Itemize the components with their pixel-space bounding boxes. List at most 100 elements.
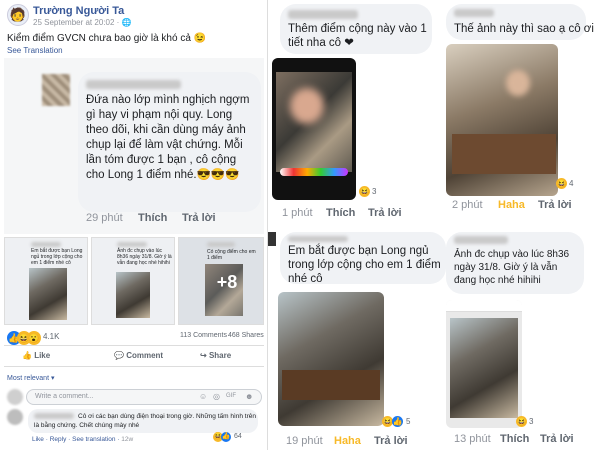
main-comment-time[interactable]: 29 phút <box>86 212 123 224</box>
see-translation-link[interactable]: See Translation <box>7 46 63 55</box>
thumb-1-photo <box>29 268 67 320</box>
my-avatar[interactable] <box>7 389 23 405</box>
c3-count[interactable]: 5 <box>406 417 410 426</box>
c4-haha-icon: 😆 <box>516 416 527 427</box>
reply-bubble: Cô ơi các bạn dùng điện thoại trong giờ.… <box>28 409 258 433</box>
share-label: Share <box>208 351 232 360</box>
comment-button[interactable]: 💬 Comment <box>114 351 163 360</box>
sort-dropdown[interactable]: Most relevant ▾ <box>7 374 54 382</box>
c3-photo[interactable] <box>278 292 384 426</box>
post-time-text[interactable]: 25 September at 20:02 · <box>33 18 122 27</box>
thumb-2-text: Ảnh đc chụp vào lúc 8h36 ngày 31/8. Giờ … <box>117 248 172 266</box>
thumb-1[interactable]: Em bắt được bạn Long ngủ trong lớp cộng … <box>4 237 88 325</box>
c1-haha-icon: 😆 <box>359 186 370 197</box>
thumb-3-text: Có cộng điểm cho em 1 điểm <box>207 249 256 261</box>
left-panel: 🧑 Trường Người Ta 25 September at 20:02 … <box>0 0 268 450</box>
c1-count[interactable]: 3 <box>372 187 376 196</box>
reply-see-translation[interactable]: See translation <box>72 436 115 443</box>
c4-phone-header <box>446 300 522 312</box>
sticker-icon[interactable]: ☻ <box>245 392 253 401</box>
c2-author-blurred[interactable] <box>454 9 494 17</box>
c2-haha[interactable]: Haha <box>498 199 525 211</box>
c4-photo-image <box>450 318 518 418</box>
c3-like-icon: 👍 <box>392 416 403 427</box>
commenter-name-blurred[interactable] <box>86 80 181 89</box>
comment-input[interactable]: Write a comment... ☺ ◎ GIF ☻ <box>26 389 262 405</box>
c4-bubble: Ảnh đc chụp vào lúc 8h36 ngày 31/8. Giờ … <box>446 232 584 294</box>
thumbs-up-icon: 👍 <box>22 351 35 360</box>
reply-reaction-count[interactable]: 64 <box>234 433 242 440</box>
c3-text: Em bắt được bạn Long ngủ trong lớp cộng … <box>288 245 441 285</box>
reply-meta: Like · Reply · See translation · 12w <box>32 436 134 443</box>
c2-time[interactable]: 2 phút <box>452 199 483 211</box>
c4-text: Ảnh đc chụp vào lúc 8h36 ngày 31/8. Giờ … <box>454 249 570 286</box>
c3-author-blurred[interactable] <box>288 236 348 242</box>
c4-count[interactable]: 3 <box>529 417 533 426</box>
like-button[interactable]: 👍 Like <box>22 351 50 360</box>
right-panel: Thêm điểm cộng này vào 1 tiết nha cô ❤ 😆… <box>268 0 600 450</box>
reply-text: Cô ơi các bạn dùng điện thoại trong giờ.… <box>34 413 257 429</box>
post-author[interactable]: Trường Người Ta <box>33 5 124 17</box>
c2-haha-icon: 😆 <box>556 178 567 189</box>
speech-bubble-icon: 💬 <box>114 351 127 360</box>
thumb-1-name <box>31 242 61 247</box>
thumb-1-text: Em bắt được bạn Long ngủ trong lớp cộng … <box>31 248 83 266</box>
c3-reply[interactable]: Trả lời <box>374 435 408 447</box>
main-comment-card: Đứa nào lớp mình nghịch ngợm gì hay vi p… <box>4 58 264 234</box>
reply-like[interactable]: Like <box>32 436 44 443</box>
c4-author-blurred[interactable] <box>454 236 508 244</box>
c2-count[interactable]: 4 <box>569 179 573 188</box>
main-comment-reply[interactable]: Trả lời <box>182 212 216 224</box>
thumb-2-name <box>117 242 147 247</box>
c1-color-palette <box>280 168 348 176</box>
reply-like-icon: 👍 <box>221 432 231 442</box>
main-comment-text: Đứa nào lớp mình nghịch ngợm gì hay vi p… <box>86 94 250 181</box>
c4-like[interactable]: Thích <box>500 433 529 445</box>
c1-photo-face-blur <box>290 88 324 124</box>
c1-author-blurred[interactable] <box>288 10 358 19</box>
camera-icon[interactable]: ◎ <box>213 392 220 401</box>
thumb-3[interactable]: Có cộng điểm cho em 1 điểm +8 <box>178 237 264 325</box>
action-bar: 👍 Like 💬 Comment ↪ Share <box>4 345 264 367</box>
thumb-2-photo <box>116 272 150 318</box>
gif-icon[interactable]: GIF <box>226 393 236 399</box>
avatar[interactable]: 🧑 <box>7 4 29 26</box>
c3-bubble: Em bắt được bạn Long ngủ trong lớp cộng … <box>280 232 446 285</box>
c4-time[interactable]: 13 phút <box>454 433 491 445</box>
c4-photo[interactable] <box>446 300 522 428</box>
c1-photo[interactable] <box>272 58 356 200</box>
c3-haha[interactable]: Haha <box>334 435 361 447</box>
share-button[interactable]: ↪ Share <box>200 351 231 360</box>
c2-reply[interactable]: Trả lời <box>538 199 572 211</box>
emoji-icon[interactable]: ☺ <box>199 392 207 401</box>
main-comment-like[interactable]: Thích <box>138 212 167 224</box>
post-time[interactable]: 25 September at 20:02 · 🌐 <box>33 18 131 27</box>
c1-bubble: Thêm điểm cộng này vào 1 tiết nha cô ❤ <box>280 4 432 54</box>
reply-reply[interactable]: Reply <box>50 436 67 443</box>
c4-reply[interactable]: Trả lời <box>540 433 574 445</box>
c3-avatar[interactable] <box>268 232 276 246</box>
share-arrow-icon: ↪ <box>200 351 209 360</box>
share-count[interactable]: 468 Shares <box>228 332 264 339</box>
c2-photo[interactable] <box>446 44 558 196</box>
commenter-avatar[interactable] <box>42 74 70 106</box>
comment-count[interactable]: 113 Comments <box>180 332 227 339</box>
comment-input-placeholder: Write a comment... <box>35 393 94 400</box>
c1-time[interactable]: 1 phút <box>282 207 313 219</box>
c1-reply[interactable]: Trả lời <box>368 207 402 219</box>
reaction-count[interactable]: 4.1K <box>43 332 59 341</box>
c3-desk <box>282 370 380 400</box>
c1-text: Thêm điểm cộng này vào 1 tiết nha cô ❤ <box>288 23 427 49</box>
c2-face-blur <box>506 70 530 96</box>
c1-like[interactable]: Thích <box>326 207 355 219</box>
comment-label: Comment <box>126 351 164 360</box>
thumb-2[interactable]: Ảnh đc chụp vào lúc 8h36 ngày 31/8. Giờ … <box>91 237 175 325</box>
wow-reaction-icon: 😮 <box>27 331 41 345</box>
c2-text: Thế ảnh này thì sao ạ cô ơi <box>454 23 594 35</box>
reply-avatar[interactable] <box>7 409 23 425</box>
reply-time[interactable]: 12w <box>121 436 133 443</box>
more-photos-count[interactable]: +8 <box>207 272 247 293</box>
thumb-3-name <box>207 242 235 247</box>
c3-time[interactable]: 19 phút <box>286 435 323 447</box>
like-label: Like <box>34 351 51 360</box>
